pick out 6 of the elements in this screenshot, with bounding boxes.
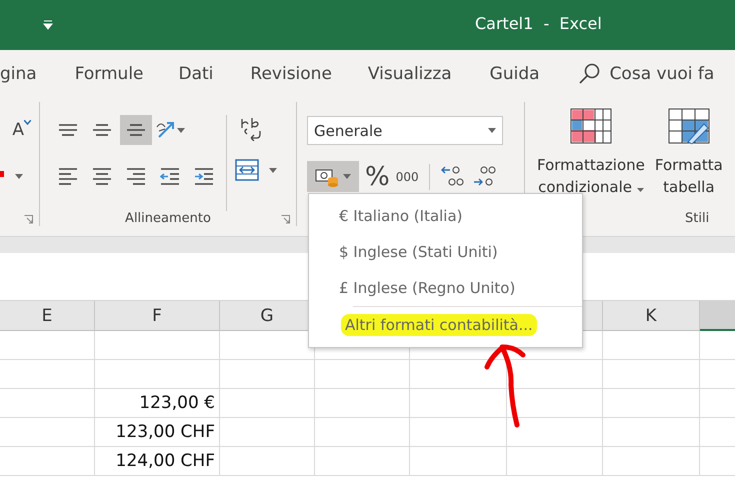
window-title: Cartel1 - Excel [475,14,602,33]
group-label: Allineamento [124,211,212,226]
group-label: Stili [685,211,710,226]
table-cell: 123,00 € [95,389,220,418]
table-cell: 124,00 CHF [95,447,220,476]
table-cell: 123,00 CHF [95,418,220,447]
